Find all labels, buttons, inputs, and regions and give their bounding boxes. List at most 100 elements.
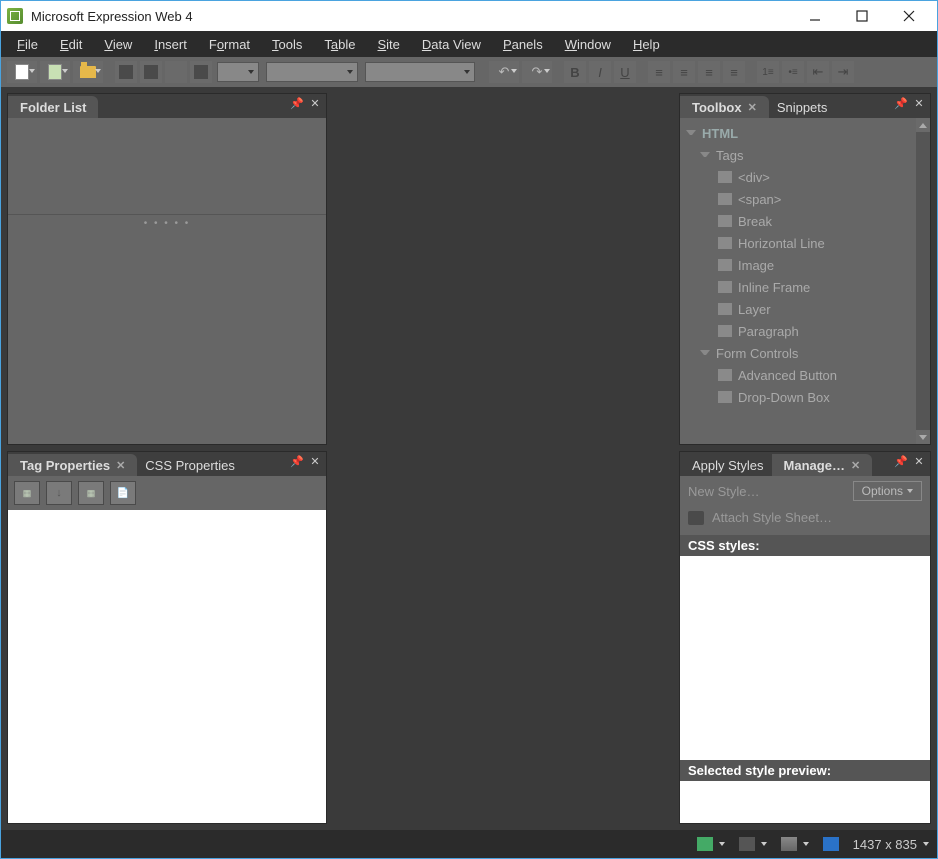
menu-panels[interactable]: Panels [493,34,553,55]
list-ul-button[interactable]: •≡ [782,61,804,83]
snapshot-button[interactable] [190,61,212,83]
menu-file[interactable]: File [7,34,48,55]
menu-site[interactable]: Site [368,34,410,55]
underline-button[interactable]: U [614,61,636,83]
toolbox-item-layer[interactable]: Layer [684,298,924,320]
list-ol-button[interactable]: 1≡ [757,61,779,83]
maximize-button[interactable] [839,2,884,30]
preview-button[interactable] [140,61,162,83]
toolbox-item-paragraph[interactable]: Paragraph [684,320,924,342]
item-label: Drop-Down Box [738,390,830,405]
justify-button[interactable]: ≡ [723,61,745,83]
close-icon[interactable]: ✕ [308,97,322,110]
new-site-button[interactable] [40,61,70,83]
toolbox-item-div[interactable]: <div> [684,166,924,188]
pin-icon[interactable]: 📌 [290,97,304,110]
fontsize-combo[interactable] [365,62,475,82]
align-left-button[interactable]: ≡ [648,61,670,83]
close-button[interactable] [886,2,931,30]
tab-toolbox[interactable]: Toolbox✕ [680,96,769,118]
statusbar: 1437 x 835 [1,830,937,858]
alphabetical-button[interactable]: ↓ [46,481,72,505]
tab-close-icon[interactable]: ✕ [748,101,757,114]
open-button[interactable] [73,61,103,83]
menu-help[interactable]: Help [623,34,670,55]
tab-apply-styles[interactable]: Apply Styles [680,454,776,476]
pin-icon[interactable]: 📌 [894,97,908,110]
new-page-button[interactable] [7,61,37,83]
tab-manage-styles[interactable]: Manage…✕ [772,454,873,476]
bold-button[interactable]: B [564,61,586,83]
status-browser[interactable] [823,837,839,851]
options-button[interactable]: Options [853,481,922,501]
toolbox-item-span[interactable]: <span> [684,188,924,210]
menu-tools[interactable]: Tools [262,34,312,55]
new-site-icon [48,64,62,80]
toolbox-item-dropdown[interactable]: Drop-Down Box [684,386,924,408]
menu-edit[interactable]: Edit [50,34,92,55]
toolbox-item-image[interactable]: Image [684,254,924,276]
splitter-handle[interactable]: • • • • • [144,218,191,229]
toolbox-scrollbar[interactable] [916,118,930,444]
visual-aid-icon [781,837,797,851]
sp-button[interactable] [165,61,187,83]
css-styles-list[interactable] [680,556,930,760]
italic-button[interactable]: I [589,61,611,83]
menu-insert[interactable]: Insert [144,34,197,55]
bold-icon: B [570,65,579,80]
scroll-down-icon[interactable] [916,430,930,444]
hr-icon [718,237,732,249]
menu-window[interactable]: Window [555,34,621,55]
outdent-button[interactable]: ⇤ [807,61,829,83]
redo-button[interactable]: ↷ [522,61,552,83]
tab-css-properties[interactable]: CSS Properties [133,454,247,476]
indent-button[interactable]: ⇥ [832,61,854,83]
font-combo[interactable] [266,62,358,82]
tab-folder-list[interactable]: Folder List [8,96,98,118]
status-visual[interactable] [781,837,809,851]
tree-node-html[interactable]: HTML [684,122,924,144]
new-style-link[interactable]: New Style… [688,484,760,499]
save-button[interactable] [115,61,137,83]
pin-icon[interactable]: 📌 [894,455,908,468]
summary-button[interactable]: 📄 [110,481,136,505]
tab-snippets[interactable]: Snippets [765,96,840,118]
close-icon[interactable]: ✕ [912,97,926,110]
status-doctype[interactable] [697,837,725,851]
categorized-button[interactable]: ▦ [14,481,40,505]
undo-icon: ↶ [499,64,510,80]
menu-view[interactable]: View [94,34,142,55]
tab-close-icon[interactable]: ✕ [116,459,125,472]
status-dimensions[interactable]: 1437 x 835 [853,837,929,852]
toolbox-item-adv-button[interactable]: Advanced Button [684,364,924,386]
toolbox-item-hr[interactable]: Horizontal Line [684,232,924,254]
tree-node-form-controls[interactable]: Form Controls [684,342,924,364]
menu-dataview[interactable]: Data View [412,34,491,55]
menu-table[interactable]: Table [314,34,365,55]
style-combo[interactable] [217,62,259,82]
attach-stylesheet-link[interactable]: Attach Style Sheet… [712,510,832,525]
toolbox-item-iframe[interactable]: Inline Frame [684,276,924,298]
status-schema[interactable] [739,837,767,851]
item-label: Layer [738,302,771,317]
pin-icon[interactable]: 📌 [290,455,304,468]
summary-icon: 📄 [117,488,129,499]
align-right-button[interactable]: ≡ [698,61,720,83]
align-center-button[interactable]: ≡ [673,61,695,83]
menu-format[interactable]: Format [199,34,260,55]
scroll-up-icon[interactable] [916,118,930,132]
titlebar: Microsoft Expression Web 4 [1,1,937,31]
save-icon [119,65,133,79]
styles-body: New Style… Options Attach Style Sheet… C… [680,476,930,823]
item-label: Break [738,214,772,229]
tab-tag-properties[interactable]: Tag Properties✕ [8,454,137,476]
browser-icon [823,837,839,851]
tab-close-icon[interactable]: ✕ [851,459,860,472]
close-icon[interactable]: ✕ [912,455,926,468]
show-set-button[interactable]: ▦ [78,481,104,505]
tree-node-tags[interactable]: Tags [684,144,924,166]
toolbox-item-break[interactable]: Break [684,210,924,232]
close-icon[interactable]: ✕ [308,455,322,468]
minimize-button[interactable] [792,2,837,30]
undo-button[interactable]: ↶ [489,61,519,83]
